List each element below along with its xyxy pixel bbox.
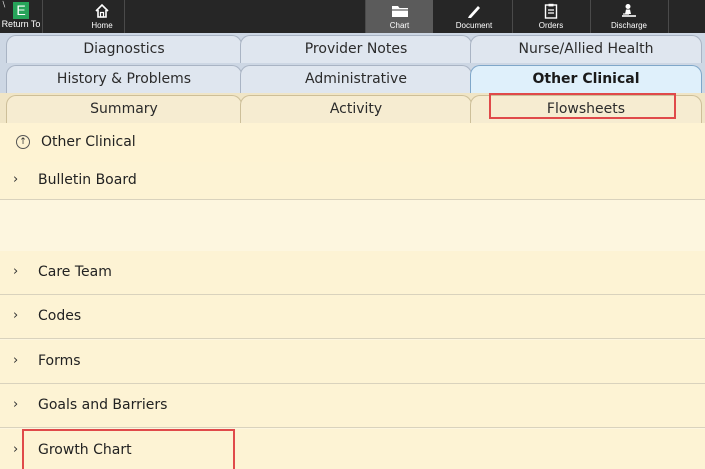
chart-label: Chart [389,21,410,30]
discharge-icon [622,4,636,17]
list-item-bulletin-board[interactable]: › Bulletin Board [0,162,705,200]
list-item-care-team[interactable]: › Care Team [0,251,705,295]
clipboard-icon [544,3,558,19]
list-item-label: Care Team [38,264,112,280]
collapse-up-icon[interactable]: ↑ [16,135,30,149]
list-item-codes[interactable]: › Codes [0,295,705,339]
tab-provider-notes[interactable]: Provider Notes [240,35,472,63]
toolbar-divider [668,0,669,33]
list-item-goals-and-barriers[interactable]: › Goals and Barriers [0,384,705,428]
content-panel: ↑ Other Clinical › Bulletin Board › Care… [0,123,705,469]
discharge-button[interactable]: Discharge [590,0,668,33]
tab-diagnostics[interactable]: Diagnostics [6,35,242,63]
section-header[interactable]: ↑ Other Clinical [0,123,705,162]
toolbar-divider [124,0,125,33]
document-label: Document [455,21,493,30]
toolbar-divider [42,0,43,33]
list-item-label: Goals and Barriers [38,397,168,413]
folder-icon [391,6,408,17]
chevron-right-icon: › [13,442,19,457]
chevron-right-icon: › [13,172,19,187]
home-button[interactable]: Home [80,0,124,33]
section-title: Other Clinical [41,134,136,150]
list-item-label: Codes [38,308,82,324]
orders-button[interactable]: Orders [512,0,590,33]
document-button[interactable]: Document [435,0,513,33]
orders-label: Orders [538,21,564,30]
other-clinical-highlight-box [489,93,676,119]
list-item-label: Forms [38,353,81,369]
return-to-button[interactable]: E Return To [0,0,42,33]
chevron-right-icon: › [13,308,19,323]
chevron-right-icon: › [13,397,19,412]
chart-button[interactable]: Chart [366,0,433,33]
tab-history-problems[interactable]: History & Problems [6,65,242,93]
app-logo-icon: E [13,2,29,19]
tab-other-clinical[interactable]: Other Clinical [470,65,702,93]
chevron-right-icon: › [13,264,19,279]
tab-summary[interactable]: Summary [6,95,242,123]
discharge-label: Discharge [610,21,647,30]
home-icon [95,3,109,18]
tab-row-1: Diagnostics Provider Notes Nurse/Allied … [0,33,705,63]
pencil-icon [468,6,480,18]
tab-administrative[interactable]: Administrative [240,65,472,93]
list-item-label: Bulletin Board [38,172,137,188]
growth-chart-highlight-box [22,429,235,469]
tab-activity[interactable]: Activity [240,95,472,123]
return-to-label: Return To [1,19,41,29]
chevron-right-icon: › [13,353,19,368]
home-label: Home [91,21,113,30]
tab-row-2: History & Problems Administrative Other … [0,63,705,93]
tab-nurse-allied-health[interactable]: Nurse/Allied Health [470,35,702,63]
top-toolbar: ∖ E Return To Home Chart Document Orders… [0,0,705,33]
list-item-forms[interactable]: › Forms [0,340,705,384]
